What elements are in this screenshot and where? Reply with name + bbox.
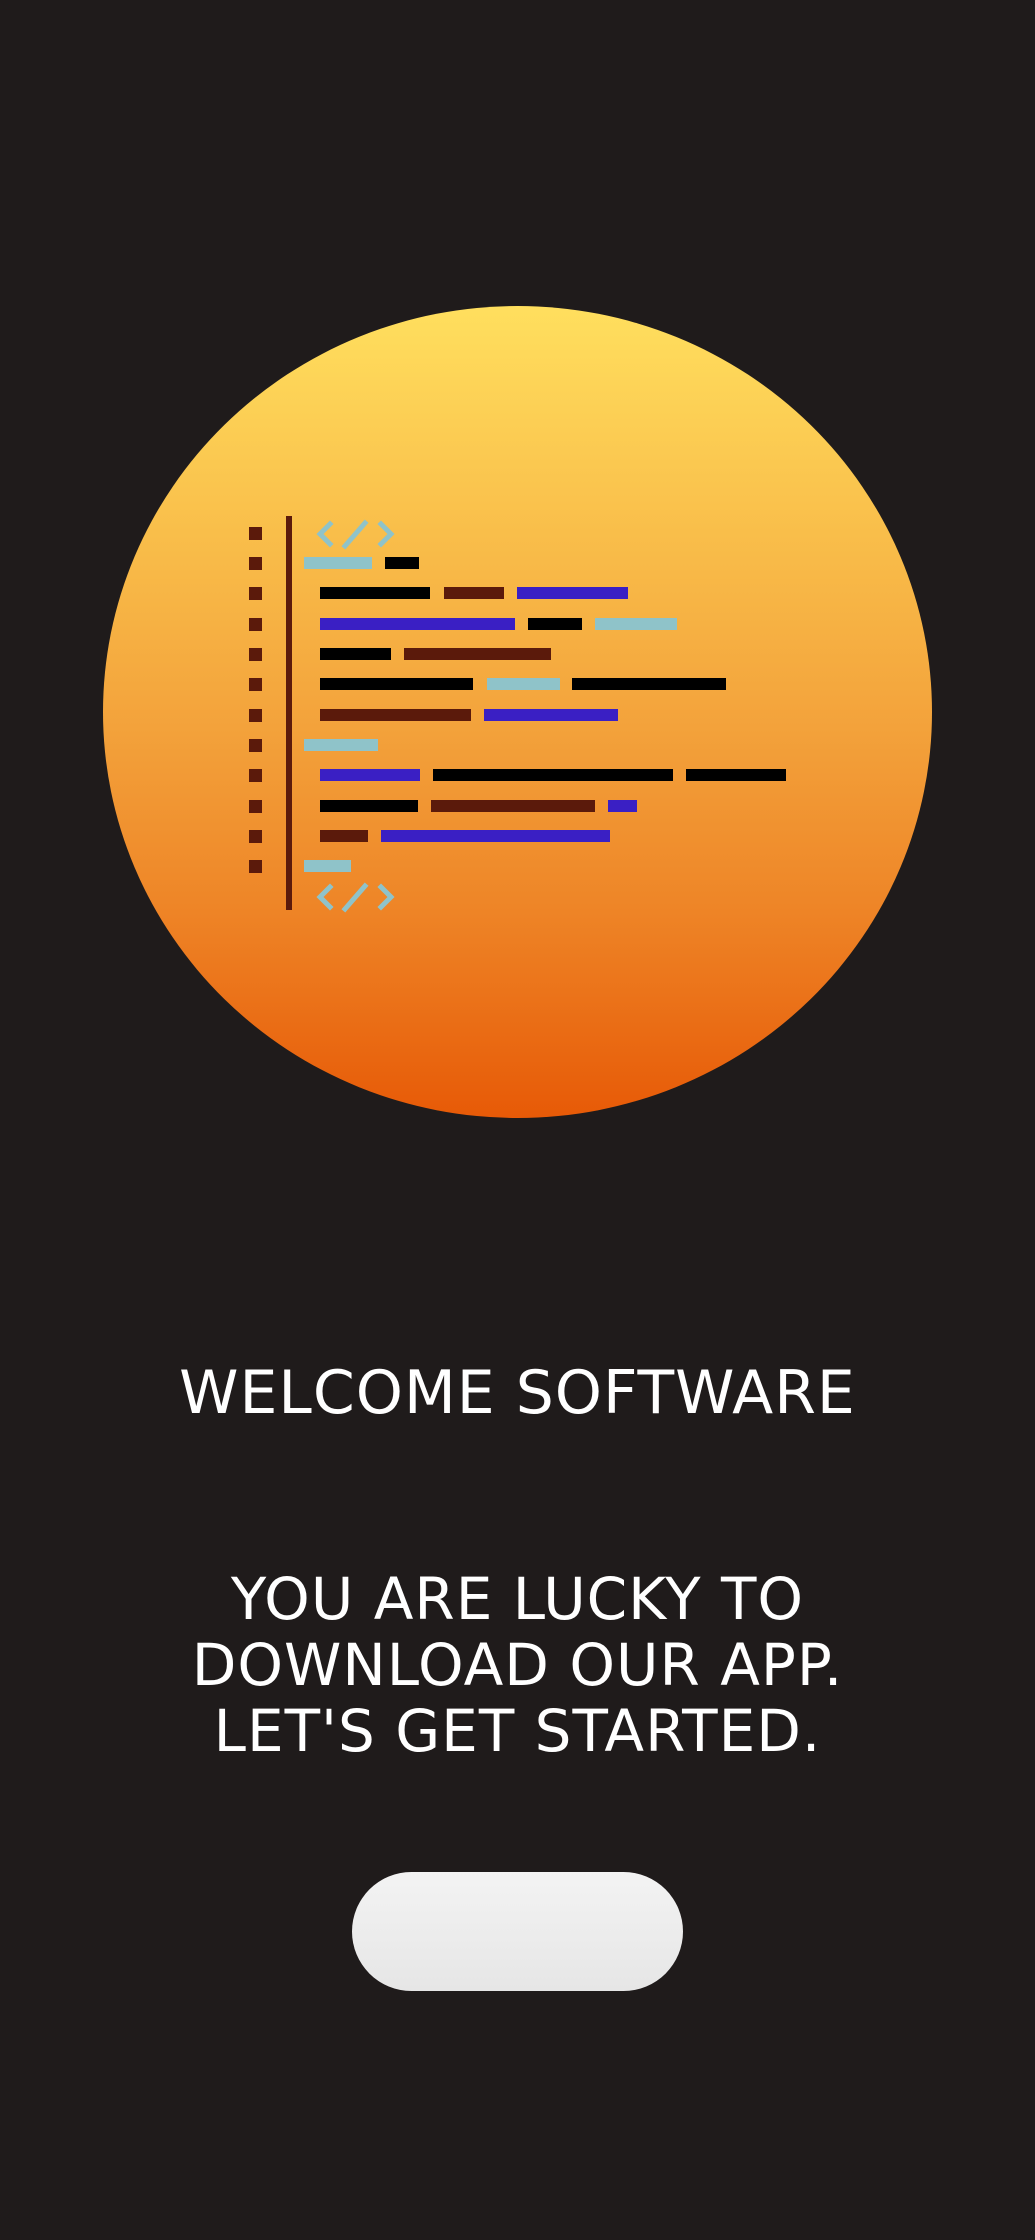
- hero-circle: [103, 306, 932, 1118]
- get-started-button[interactable]: [352, 1872, 683, 1991]
- welcome-title: WELCOME SOFTWARE: [179, 1358, 856, 1428]
- tagline: YOU ARE LUCKY TO DOWNLOAD OUR APP. LET'S…: [0, 1566, 1035, 1764]
- tagline-line-1: YOU ARE LUCKY TO: [230, 1565, 805, 1633]
- tagline-line-2: DOWNLOAD OUR APP.: [191, 1631, 844, 1699]
- welcome-screen: WELCOME SOFTWARE YOU ARE LUCKY TO DOWNLO…: [0, 0, 1035, 2240]
- tagline-line-3: LET'S GET STARTED.: [213, 1697, 822, 1765]
